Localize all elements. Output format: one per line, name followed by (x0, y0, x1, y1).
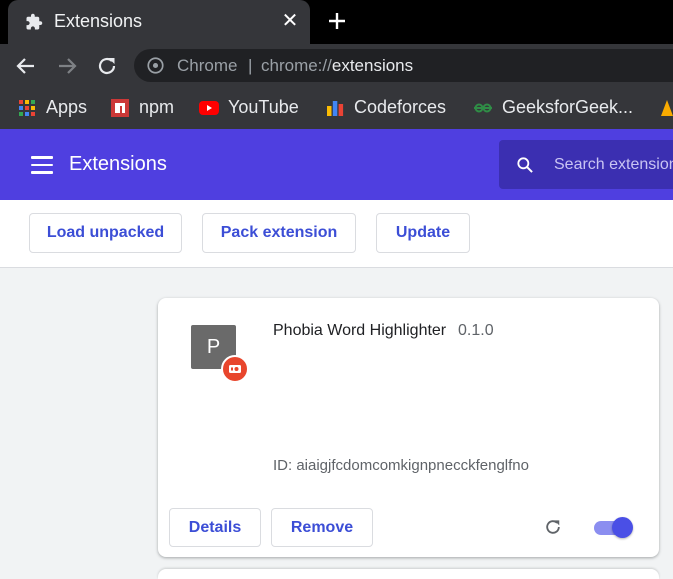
pack-extension-button[interactable]: Pack extension (202, 213, 356, 253)
npm-icon (111, 99, 129, 117)
toggle-knob (612, 517, 633, 538)
bookmark-apps[interactable]: Apps (17, 96, 97, 120)
page-title: Extensions (69, 153, 167, 175)
back-arrow-icon[interactable] (14, 54, 38, 78)
update-button[interactable]: Update (376, 213, 470, 253)
plus-icon[interactable] (325, 9, 349, 33)
next-extension-card (158, 569, 659, 579)
hamburger-menu-icon[interactable] (31, 156, 53, 174)
tab-extensions[interactable]: Extensions ✕ (8, 0, 310, 44)
url-path: extensions (331, 56, 414, 75)
load-unpacked-button[interactable]: Load unpacked (29, 213, 182, 253)
reload-extension-icon[interactable] (543, 517, 563, 537)
unpacked-badge (221, 355, 249, 383)
search-input[interactable] (554, 153, 673, 177)
developer-badge-icon (229, 365, 241, 373)
bookmark-label: YouTube (228, 97, 299, 117)
enable-toggle[interactable] (594, 516, 634, 540)
bookmarks-bar: Apps npm YouTube Codeforces GeeksforGeek… (0, 87, 673, 129)
url-text: chrome://extensions (261, 56, 413, 76)
extension-card: P Phobia Word Highlighter 0.1.0 ID: aiai… (158, 298, 659, 557)
url-scheme: chrome:// (261, 56, 332, 75)
browser-toolbar: Chrome | chrome://extensions (0, 44, 673, 87)
bookmark-youtube[interactable]: YouTube (199, 96, 309, 120)
bookmark-npm[interactable]: npm (110, 96, 185, 120)
youtube-icon (199, 101, 219, 115)
address-bar[interactable]: Chrome | chrome://extensions (134, 49, 673, 82)
extension-id: ID: aiaigjfcdomcomkignpnecckfenglfno (273, 457, 529, 474)
puzzle-icon (26, 13, 43, 30)
reload-icon[interactable] (95, 54, 119, 78)
codeforces-icon (327, 101, 344, 116)
search-box[interactable] (499, 140, 673, 189)
bookmark-codeforces[interactable]: Codeforces (325, 96, 455, 120)
tab-strip: Extensions ✕ (0, 0, 673, 44)
apps-grid-icon (19, 100, 35, 116)
omnibox-separator: | (248, 56, 253, 75)
search-icon (517, 157, 533, 173)
bookmark-label: Codeforces (354, 97, 447, 117)
forward-arrow-icon[interactable] (55, 54, 79, 78)
bookmark-label: GeeksforGeek... (502, 97, 634, 117)
details-button[interactable]: Details (169, 508, 261, 547)
extension-version: 0.1.0 (458, 322, 494, 339)
bookmark-label: npm (139, 97, 175, 117)
geeksforgeeks-icon (474, 103, 492, 113)
extensions-header: Extensions (0, 129, 673, 200)
bookmark-geeksforgeeks[interactable]: GeeksforGeek... (473, 96, 648, 120)
tab-title: Extensions (54, 11, 143, 31)
chrome-logo-icon (147, 57, 164, 74)
bookmark-label: Apps (46, 97, 88, 117)
close-tab-icon[interactable]: ✕ (279, 10, 301, 32)
site-chip: Chrome (177, 56, 238, 75)
remove-button[interactable]: Remove (271, 508, 373, 547)
extension-name: Phobia Word Highlighter (273, 322, 447, 339)
developer-toolbar: Load unpacked Pack extension Update (0, 200, 673, 268)
bookmark-folder-icon[interactable] (660, 98, 673, 118)
